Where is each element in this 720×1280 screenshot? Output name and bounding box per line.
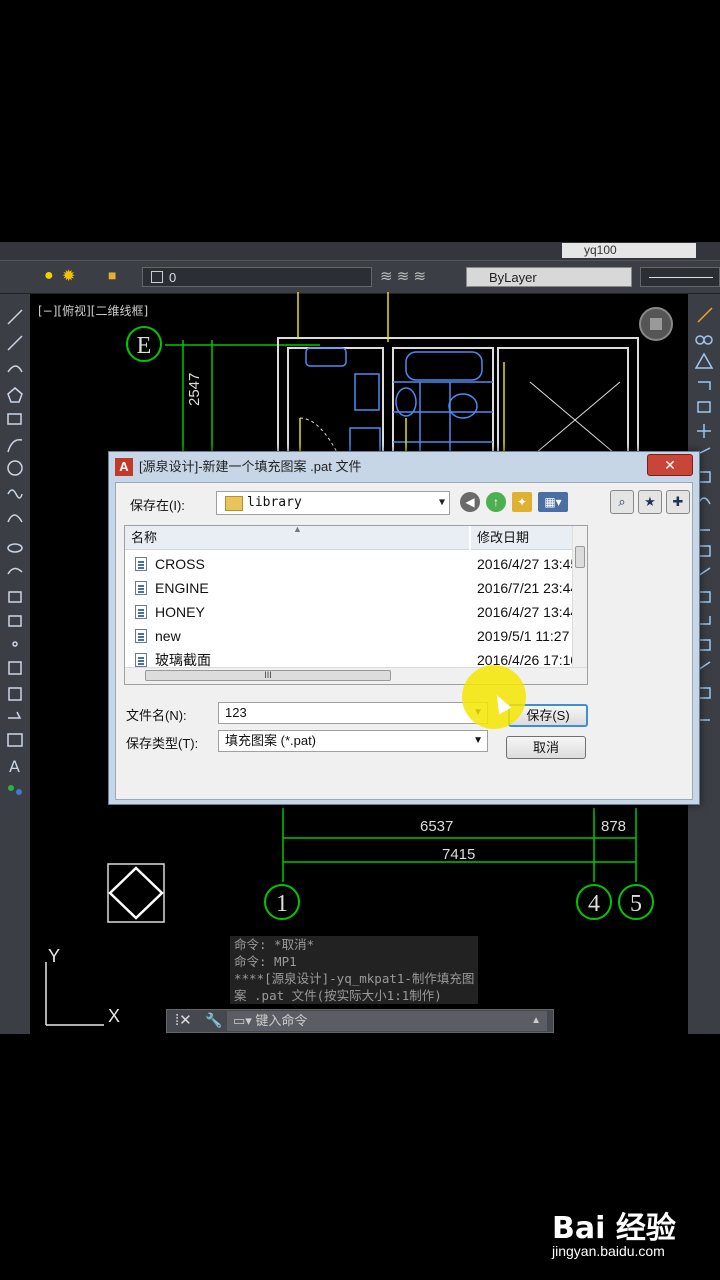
grid-bubble-e: E [126, 326, 162, 362]
autocad-logo-icon: A [115, 458, 133, 476]
grid-bubble-1: 1 [264, 884, 300, 920]
favorite-icon[interactable]: ★ [638, 490, 662, 514]
axis-x-label: X [108, 1006, 120, 1026]
grid-bubble-5: 5 [618, 884, 654, 920]
dim-2547: 2547 [186, 372, 203, 406]
up-folder-icon[interactable]: ↑ [486, 492, 506, 512]
search-icon[interactable]: ⌕ [610, 490, 634, 514]
dim-7415: 7415 [442, 846, 476, 863]
vertical-scroll-thumb[interactable] [575, 546, 585, 568]
file-row[interactable]: new 2019/5/1 11:27 [125, 624, 585, 648]
file-date: 2019/5/1 11:27 [477, 628, 570, 644]
axis-y-label: Y [48, 946, 60, 966]
file-date: 2016/7/21 23:44 [477, 580, 579, 596]
grid-bubble-4: 4 [576, 884, 612, 920]
filetype-value: 填充图案 (*.pat) [225, 733, 317, 748]
dialog-body: 保存在(I): library ▼ ◀ ↑ ✦ ▦▾ ⌕ ★ ✚ 名称 ▲ 修改… [115, 482, 693, 800]
vertical-scrollbar[interactable] [572, 526, 587, 670]
folder-icon [225, 496, 243, 511]
chevron-down-icon: ▼ [438, 497, 445, 508]
new-folder-icon[interactable]: ✦ [512, 492, 532, 512]
file-list: 名称 ▲ 修改日期 CROSS 2016/4/27 13:45 ENGINE 2… [124, 525, 588, 685]
history-line: ****[源泉设计]-yq_mkpat1-制作填充图 [234, 971, 475, 986]
close-button[interactable]: ✕ [647, 454, 693, 476]
file-row[interactable]: HONEY 2016/4/27 13:44 [125, 600, 585, 624]
filename-value: 123 [225, 705, 247, 720]
filename-input[interactable]: 123 ▼ [218, 702, 488, 724]
dim-878: 878 [601, 818, 627, 835]
filetype-label: 保存类型(T): [126, 736, 199, 751]
watermark-url: jingyan.baidu.com [552, 1243, 665, 1259]
wrench-icon[interactable]: 🔧 [205, 1012, 222, 1029]
dialog-title: [源泉设计]-新建一个填充图案 .pat 文件 [139, 459, 362, 474]
history-line: 命令: *取消* [234, 937, 315, 952]
watermark-logo: Bai 经验 [552, 1211, 676, 1246]
save-in-combo[interactable]: library ▼ [216, 491, 450, 515]
prompt-icon: ▭▾ [233, 1013, 256, 1028]
folder-name: library [247, 495, 302, 510]
command-bar: ⁞✕ 🔧 ▭▾ 键入命令 ▲ [166, 1009, 554, 1033]
file-name: CROSS [155, 556, 205, 572]
file-row[interactable]: CROSS 2016/4/27 13:45 [125, 552, 585, 576]
baidu-watermark: Bai 经验 jingyan.baidu.com [552, 1203, 676, 1259]
filetype-select[interactable]: 填充图案 (*.pat) ▼ [218, 730, 488, 752]
file-icon [135, 557, 147, 571]
save-dialog: A [源泉设计]-新建一个填充图案 .pat 文件 ✕ 保存在(I): libr… [108, 451, 700, 805]
dialog-titlebar[interactable]: A [源泉设计]-新建一个填充图案 .pat 文件 ✕ [109, 452, 699, 482]
column-header-date[interactable]: 修改日期 [471, 526, 581, 550]
chevron-up-icon[interactable]: ▲ [531, 1011, 541, 1031]
file-date: 2016/4/27 13:45 [477, 556, 579, 572]
file-name: HONEY [155, 604, 205, 620]
back-icon[interactable]: ◀ [460, 492, 480, 512]
filename-label: 文件名(N): [126, 708, 187, 723]
command-placeholder: 键入命令 [255, 1013, 308, 1028]
save-in-label: 保存在(I): [130, 498, 185, 513]
chevron-down-icon[interactable]: ▼ [473, 731, 483, 751]
dim-6537: 6537 [420, 818, 454, 835]
cancel-button[interactable]: 取消 [506, 736, 586, 759]
sort-arrow-icon: ▲ [293, 525, 302, 534]
history-line: 案 .pat 文件(按实际大小1:1制作) [234, 988, 442, 1003]
file-name: new [155, 628, 181, 644]
close-icon[interactable]: ⁞✕ [175, 1011, 192, 1029]
ucs-icon [45, 962, 104, 1026]
file-icon [135, 581, 147, 595]
view-menu-icon[interactable]: ▦▾ [538, 492, 568, 512]
command-history: 命令: *取消* 命令: MP1 ****[源泉设计]-yq_mkpat1-制作… [230, 936, 479, 1004]
file-icon [135, 653, 147, 667]
file-icon [135, 629, 147, 643]
command-input[interactable]: ▭▾ 键入命令 ▲ [227, 1011, 547, 1031]
file-name: ENGINE [155, 580, 209, 596]
history-line: 命令: MP1 [234, 954, 297, 969]
file-date: 2016/4/27 13:44 [477, 604, 579, 620]
file-icon [135, 605, 147, 619]
add-favorite-icon[interactable]: ✚ [666, 490, 690, 514]
horizontal-scroll-thumb[interactable]: III [145, 670, 391, 681]
file-row[interactable]: ENGINE 2016/7/21 23:44 [125, 576, 585, 600]
